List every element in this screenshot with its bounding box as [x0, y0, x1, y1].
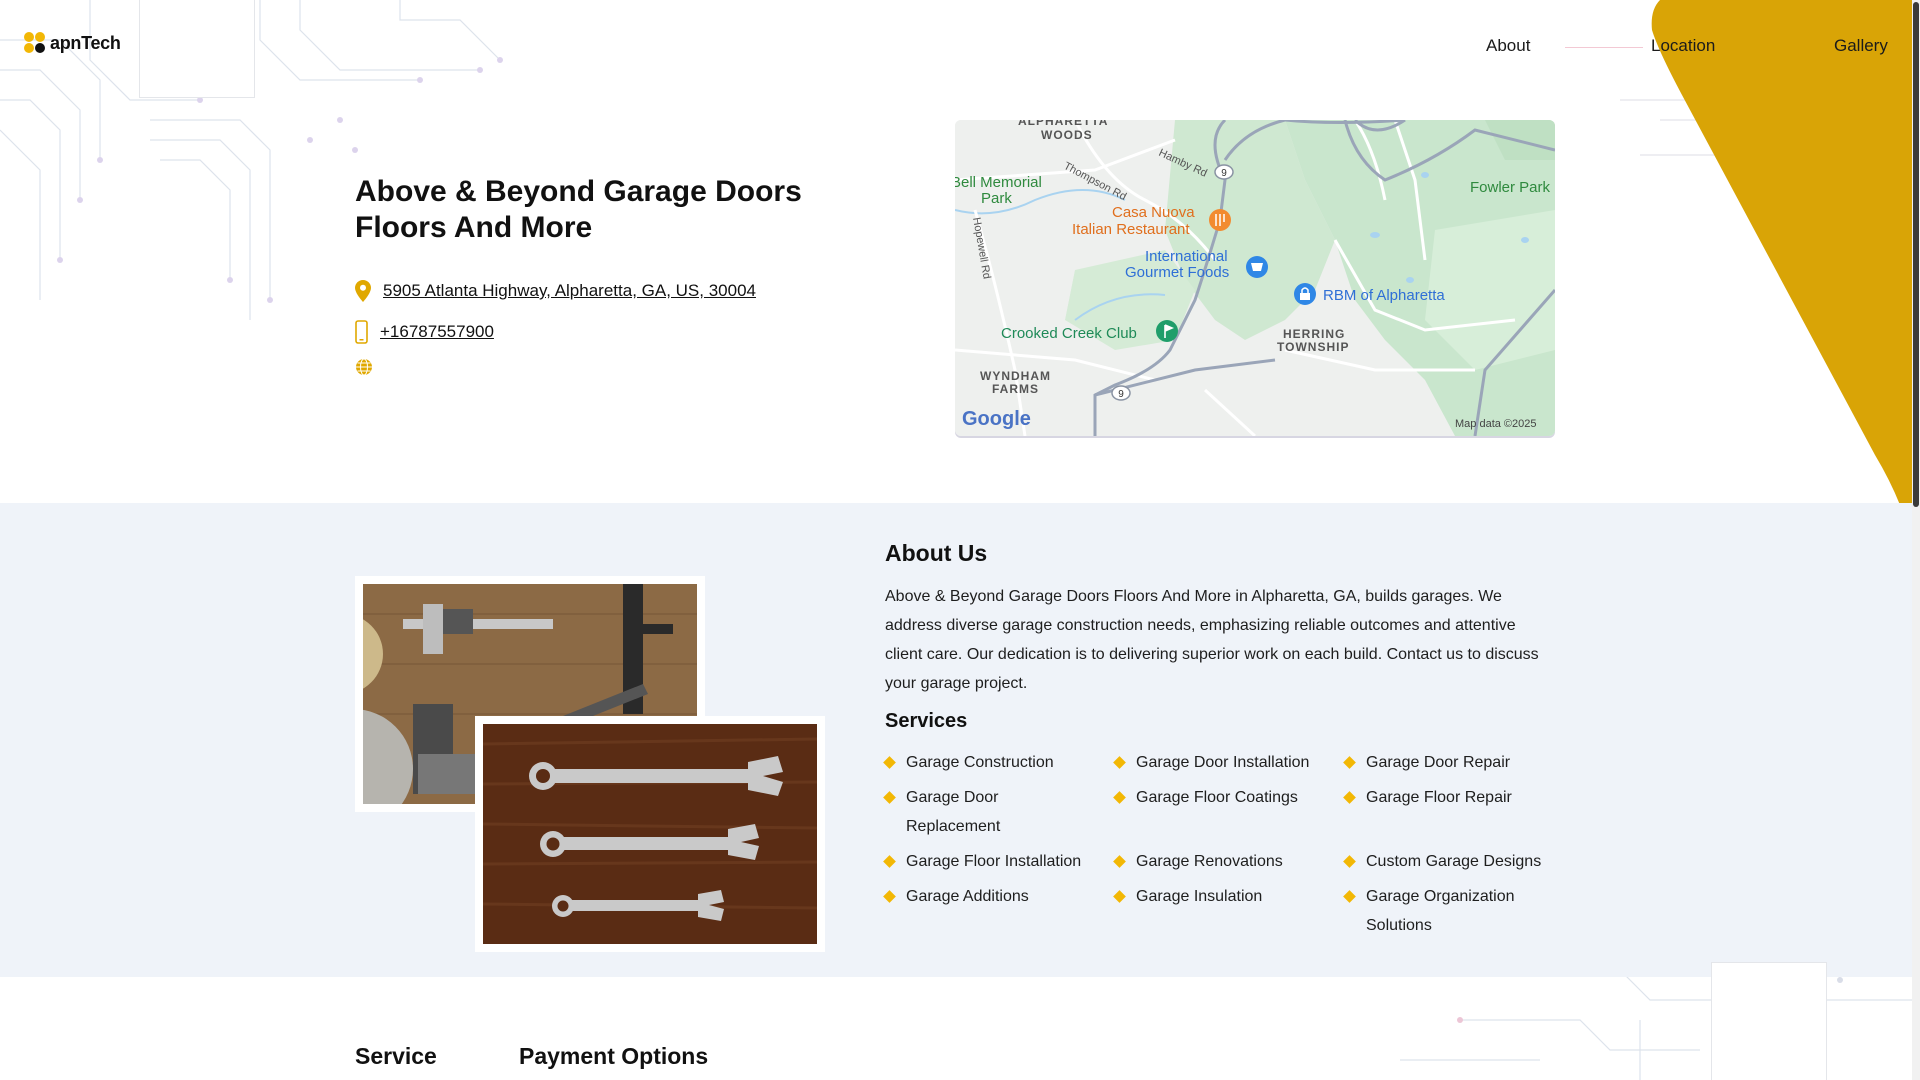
- service-item: Garage Door Installation: [1113, 748, 1345, 777]
- map-label-store: Gourmet Foods: [1125, 264, 1229, 281]
- diamond-bullet-icon: [1113, 890, 1126, 903]
- lock-marker-icon[interactable]: [1294, 283, 1316, 305]
- service-item: Garage Floor Repair: [1343, 783, 1565, 841]
- nav-link-about[interactable]: About: [1486, 36, 1530, 56]
- diamond-bullet-icon: [1113, 855, 1126, 868]
- shopping-marker-icon[interactable]: [1246, 256, 1268, 278]
- service-label: Garage Insulation: [1136, 888, 1263, 905]
- service-label: Garage Floor Coatings: [1136, 789, 1298, 806]
- google-logo: Google: [962, 408, 1031, 430]
- service-item: Garage Construction: [883, 748, 1115, 777]
- diamond-bullet-icon: [1113, 791, 1126, 804]
- page-scrollbar[interactable]: [1912, 0, 1920, 1080]
- service-heading: Service: [355, 1043, 437, 1069]
- map-label-park: Fowler Park: [1470, 179, 1551, 196]
- diamond-bullet-icon: [1113, 756, 1126, 769]
- service-label: Garage Floor Installation: [906, 853, 1082, 870]
- diamond-bullet-icon: [883, 756, 896, 769]
- phone-icon: [355, 320, 368, 344]
- map-label-area: FARMS: [992, 382, 1039, 396]
- map-label-area: HERRING: [1283, 327, 1345, 341]
- service-item: Garage Organization Solutions: [1343, 882, 1565, 940]
- wrenches-photo-front: [475, 716, 825, 952]
- service-item: Garage Additions: [883, 882, 1115, 940]
- diamond-bullet-icon: [883, 791, 896, 804]
- route-shield-label: 9: [1118, 389, 1124, 400]
- phone-row: +16787557900: [355, 320, 494, 344]
- diamond-bullet-icon: [883, 890, 896, 903]
- map-label-club: Crooked Creek Club: [1001, 325, 1137, 342]
- service-label: Garage Door Replacement: [906, 789, 1001, 835]
- map-label-alpharetta-woods: ALPHARETTA: [1018, 120, 1108, 128]
- services-list: Garage Construction Garage Door Installa…: [883, 748, 1565, 940]
- business-name: Above & Beyond Garage Doors Floors And M…: [355, 175, 802, 244]
- map-label-restaurant: Italian Restaurant: [1072, 221, 1190, 238]
- service-label: Garage Floor Repair: [1366, 789, 1512, 806]
- decorative-card: [1711, 962, 1827, 1080]
- address-row: 5905 Atlanta Highway, Alpharetta, GA, US…: [355, 280, 756, 302]
- map-label-business: RBM of Alpharetta: [1323, 287, 1445, 304]
- globe-icon[interactable]: [355, 358, 373, 376]
- map-label-park: Park: [981, 190, 1012, 207]
- nav-link-gallery[interactable]: Gallery: [1834, 36, 1888, 56]
- location-pin-icon: [355, 280, 371, 302]
- map-label-area: WYNDHAM: [980, 369, 1051, 383]
- address-link[interactable]: 5905 Atlanta Highway, Alpharetta, GA, US…: [383, 281, 756, 301]
- diamond-bullet-icon: [1343, 791, 1356, 804]
- service-label: Garage Organization Solutions: [1366, 888, 1515, 934]
- decorative-card: [139, 0, 255, 98]
- service-label: Garage Door Installation: [1136, 754, 1310, 771]
- diamond-bullet-icon: [883, 855, 896, 868]
- service-label: Garage Renovations: [1136, 853, 1283, 870]
- restaurant-marker-icon[interactable]: [1209, 209, 1231, 231]
- logo-icon: [24, 32, 46, 54]
- about-title: About Us: [885, 540, 988, 566]
- service-item: Garage Door Replacement: [883, 783, 1115, 841]
- logo[interactable]: apnTech: [24, 32, 121, 54]
- service-item: Garage Insulation: [1113, 882, 1345, 940]
- service-item: Garage Floor Installation: [883, 847, 1115, 876]
- golf-marker-icon[interactable]: [1156, 320, 1178, 342]
- map-label-store: International: [1145, 248, 1228, 265]
- payment-options-heading: Payment Options: [519, 1043, 709, 1069]
- service-label: Garage Door Repair: [1366, 754, 1511, 771]
- service-label: Garage Additions: [906, 888, 1029, 905]
- map-label-restaurant: Casa Nuova: [1112, 204, 1195, 221]
- map-label-area: TOWNSHIP: [1277, 340, 1349, 354]
- route-shield-label: 9: [1221, 168, 1227, 179]
- service-item: Garage Door Repair: [1343, 748, 1565, 777]
- map-label-park: Bell Memorial: [955, 174, 1042, 191]
- map-canvas[interactable]: 9 9 ALPHARETTA WOODS Hamby Rd Thompson R: [955, 120, 1555, 436]
- map-label-alpharetta-woods: WOODS: [1041, 128, 1093, 142]
- services-title: Services: [885, 710, 968, 732]
- service-label: Custom Garage Designs: [1366, 853, 1542, 870]
- service-item: Custom Garage Designs: [1343, 847, 1565, 876]
- service-item: Garage Floor Coatings: [1113, 783, 1345, 841]
- nav-link-location[interactable]: Location: [1651, 36, 1715, 56]
- logo-text: apnTech: [50, 32, 121, 53]
- service-label: Garage Construction: [906, 754, 1054, 771]
- map-attribution[interactable]: Map data ©2025: [1455, 418, 1537, 430]
- header: apnTech About Location Gallery: [0, 0, 1920, 98]
- diamond-bullet-icon: [1343, 890, 1356, 903]
- nav-divider: [1565, 47, 1643, 48]
- phone-link[interactable]: +16787557900: [380, 322, 494, 342]
- location-map[interactable]: 9 9 ALPHARETTA WOODS Hamby Rd Thompson R: [955, 120, 1555, 436]
- diamond-bullet-icon: [1343, 855, 1356, 868]
- scrollbar-thumb[interactable]: [1913, 2, 1919, 507]
- wrenches-image: [483, 724, 817, 944]
- diamond-bullet-icon: [1343, 756, 1356, 769]
- about-description: Above & Beyond Garage Doors Floors And M…: [885, 588, 1539, 692]
- service-item: Garage Renovations: [1113, 847, 1345, 876]
- website-row: [355, 358, 373, 376]
